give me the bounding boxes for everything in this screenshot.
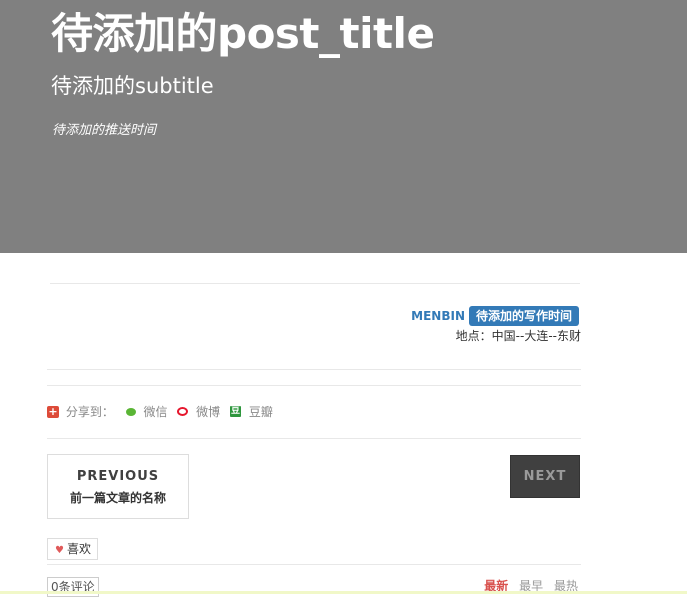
wechat-icon bbox=[125, 407, 136, 416]
share-bar: + 分享到： 微信 微博 豆 豆瓣 bbox=[47, 403, 273, 419]
author-link[interactable]: MENBIN bbox=[411, 308, 465, 324]
weibo-icon bbox=[177, 407, 189, 416]
divider bbox=[47, 369, 581, 370]
push-time: 待添加的推送时间 bbox=[52, 123, 157, 138]
share-weibo-link[interactable]: 微博 bbox=[196, 404, 220, 420]
previous-post-button[interactable]: PREVIOUS 前一篇文章的名称 bbox=[47, 454, 189, 519]
heart-icon: ♥ bbox=[55, 545, 64, 556]
share-wechat-link[interactable]: 微信 bbox=[144, 404, 168, 420]
post-subtitle: 待添加的subtitle bbox=[51, 74, 214, 98]
post-title: 待添加的post_title bbox=[51, 9, 435, 58]
location-text: 地点：中国--大连--东财 bbox=[455, 329, 581, 343]
previous-label: PREVIOUS bbox=[76, 469, 160, 484]
comment-count: 0条评论 bbox=[47, 577, 99, 597]
plus-icon: + bbox=[47, 404, 59, 418]
like-button[interactable]: ♥ 喜欢 bbox=[47, 538, 98, 560]
write-time-badge: 待添加的写作时间 bbox=[469, 306, 580, 326]
share-label: 分享到： bbox=[65, 404, 114, 419]
next-post-button[interactable]: NEXT bbox=[510, 455, 580, 498]
divider bbox=[47, 385, 581, 386]
divider bbox=[47, 438, 581, 439]
douban-icon: 豆 bbox=[230, 406, 242, 417]
divider bbox=[47, 564, 581, 565]
share-douban-link[interactable]: 豆瓣 bbox=[249, 404, 273, 420]
divider bbox=[50, 283, 580, 284]
post-header: 待添加的post_title 待添加的subtitle 待添加的推送时间 bbox=[0, 0, 687, 253]
like-label: 喜欢 bbox=[66, 542, 91, 556]
previous-post-title: 前一篇文章的名称 bbox=[69, 491, 166, 505]
